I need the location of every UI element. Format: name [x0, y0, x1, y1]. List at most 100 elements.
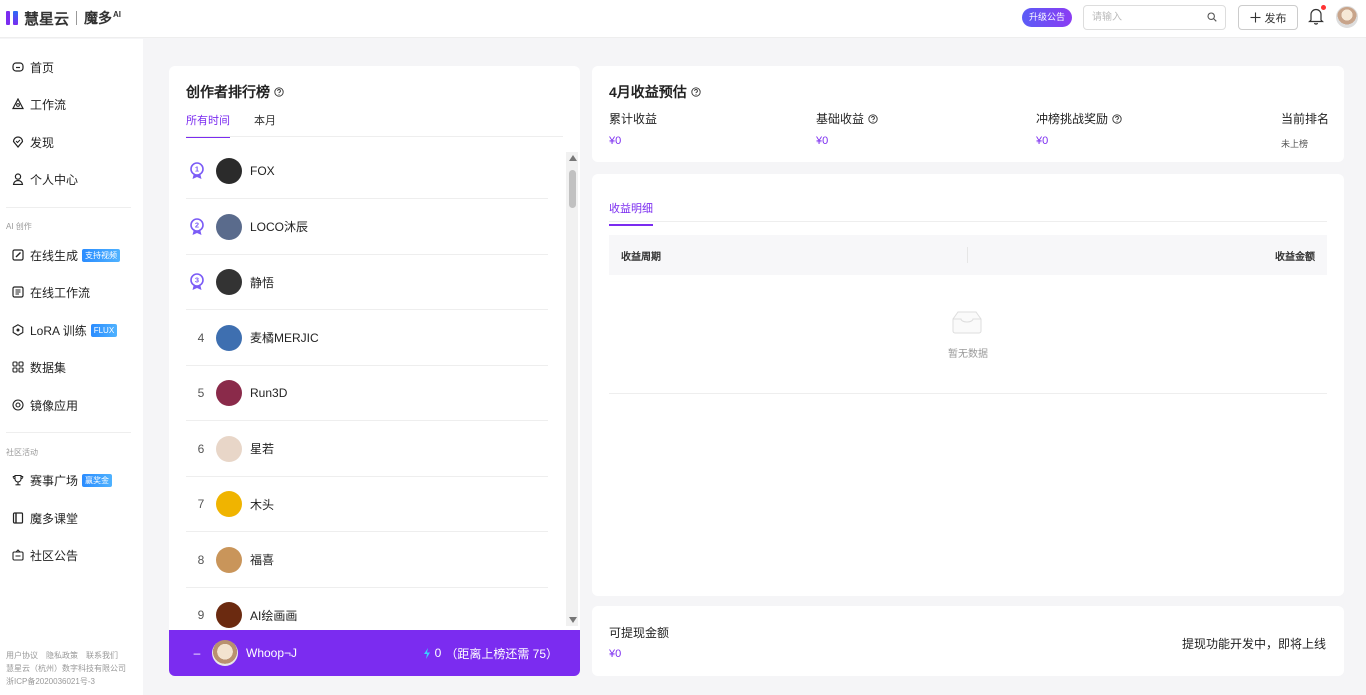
- stat-current-rank: 当前排名 未上榜: [1281, 112, 1330, 149]
- col-separator: [967, 247, 968, 263]
- tab-this-month[interactable]: 本月: [254, 112, 276, 138]
- income-detail-card: 收益明细 收益周期 收益金额 暂无数据: [592, 174, 1344, 596]
- publish-button[interactable]: 发布: [1238, 5, 1298, 30]
- footer-link-privacy[interactable]: 隐私政策: [46, 651, 78, 660]
- sidebar-item-online-generate[interactable]: 在线生成 支持视频: [12, 245, 121, 265]
- medal-icon: 2: [190, 217, 204, 235]
- logo-text: 慧星云: [24, 10, 70, 28]
- footer-link-contact[interactable]: 联系我们: [86, 651, 118, 660]
- search-input[interactable]: [1092, 6, 1202, 29]
- empty-box-icon: [952, 311, 982, 334]
- creator-avatar[interactable]: [216, 380, 242, 406]
- empty-state: 暂无数据: [609, 275, 1327, 394]
- my-username: Whoop¬J: [246, 646, 298, 660]
- creator-avatar[interactable]: [216, 435, 242, 462]
- medal-icon: 1: [190, 162, 204, 179]
- stat-challenge-reward: 冲榜挑战奖励 ¥0: [1036, 110, 1122, 147]
- creator-avatar[interactable]: [216, 213, 242, 240]
- leaderboard-row[interactable]: 2 LOCO沐辰: [186, 200, 548, 255]
- scrollbar-track[interactable]: [566, 152, 578, 626]
- rank-number: 6: [197, 441, 205, 456]
- my-avatar: [212, 640, 238, 666]
- home-icon: [12, 62, 24, 72]
- creator-name[interactable]: 星若: [250, 440, 274, 457]
- sidebar-item-lora-training[interactable]: LoRA 训练 FLUX: [12, 320, 118, 340]
- announcement-icon: [12, 549, 24, 561]
- help-icon[interactable]: [274, 87, 284, 97]
- sidebar-item-home[interactable]: 首页: [12, 57, 54, 77]
- footer-link-terms[interactable]: 用户协议: [6, 651, 38, 660]
- sidebar-item-announcements[interactable]: 社区公告: [12, 545, 78, 565]
- publish-label: 发布: [1264, 12, 1287, 25]
- sidebar-item-classroom[interactable]: 魔多课堂: [12, 508, 78, 528]
- empty-text: 暂无数据: [948, 349, 988, 360]
- sidebar-item-discover[interactable]: 发现: [12, 132, 54, 152]
- svg-text:1: 1: [195, 165, 199, 174]
- stat-base-income: 基础收益 ¥0: [816, 110, 878, 147]
- section-label-ai: AI 创作: [6, 222, 32, 231]
- leaderboard-row[interactable]: 3 静悟: [186, 255, 548, 310]
- sidebar-item-label: 社区公告: [30, 548, 79, 563]
- leaderboard-row[interactable]: 4 麦橘MERJIC: [186, 311, 548, 366]
- scrollbar-thumb[interactable]: [569, 170, 576, 208]
- creator-name[interactable]: 木头: [250, 496, 274, 513]
- rank-number: 7: [197, 497, 205, 511]
- creator-name[interactable]: FOX: [250, 164, 275, 178]
- tabs-divider: [186, 136, 563, 137]
- leaderboard-title: 创作者排行榜: [186, 82, 284, 102]
- tab-all-time[interactable]: 所有时间: [186, 112, 230, 138]
- help-icon[interactable]: [1112, 113, 1122, 124]
- help-icon[interactable]: [691, 87, 701, 97]
- sidebar-item-label: 在线工作流: [30, 285, 91, 300]
- creator-name[interactable]: 福喜: [250, 551, 274, 568]
- sidebar-divider: [6, 432, 131, 433]
- creator-avatar[interactable]: [216, 324, 242, 351]
- leaderboard-row[interactable]: 5 Run3D: [186, 366, 548, 421]
- tab-income-detail[interactable]: 收益明细: [609, 200, 653, 226]
- sidebar-item-mirror-app[interactable]: 镜像应用: [12, 395, 78, 415]
- help-icon[interactable]: [868, 113, 878, 124]
- search-icon[interactable]: [1207, 12, 1217, 22]
- creator-avatar[interactable]: [216, 158, 242, 184]
- my-rank-row[interactable]: – Whoop¬J 0 （距离上榜还需 75）: [169, 630, 580, 676]
- leaderboard-row[interactable]: 8 福喜: [186, 533, 548, 588]
- creator-avatar[interactable]: [216, 491, 242, 517]
- scroll-down-arrow-icon[interactable]: [569, 617, 577, 623]
- top-bar: 慧星云 魔多AI 升级公告 发布: [0, 0, 1366, 38]
- user-avatar[interactable]: [1336, 6, 1358, 28]
- sidebar-item-label: 镜像应用: [30, 398, 79, 413]
- my-rank: –: [193, 646, 201, 660]
- user-icon: [12, 173, 24, 185]
- sidebar-item-label: LoRA 训练: [30, 323, 87, 338]
- footer-icp[interactable]: 浙ICP备2020036021号-3: [6, 675, 126, 688]
- scroll-up-arrow-icon[interactable]: [569, 155, 577, 161]
- creator-avatar[interactable]: [216, 546, 242, 573]
- creator-name[interactable]: 麦橘MERJIC: [250, 329, 319, 346]
- search-box: [1083, 5, 1226, 30]
- my-score: 0 （距离上榜还需 75）: [423, 645, 558, 662]
- sidebar-divider: [6, 207, 131, 208]
- leaderboard-row[interactable]: 7 木头: [186, 477, 548, 532]
- sidebar-item-label: 数据集: [30, 360, 67, 375]
- sidebar-item-workflow[interactable]: 工作流: [12, 94, 66, 114]
- sidebar-item-profile[interactable]: 个人中心: [12, 169, 78, 189]
- creator-avatar[interactable]: [216, 269, 242, 295]
- creator-name[interactable]: Run3D: [250, 386, 287, 400]
- footer-company: 慧星云（杭州）数字科技有限公司: [6, 664, 126, 673]
- creator-name[interactable]: AI绘画画: [250, 607, 297, 624]
- creator-name[interactable]: 静悟: [250, 274, 274, 291]
- medal-icon: 3: [190, 273, 204, 290]
- logo[interactable]: 慧星云 魔多AI: [6, 8, 121, 28]
- announcement-button[interactable]: 升级公告: [1022, 8, 1072, 27]
- sidebar-item-online-workflow[interactable]: 在线工作流: [12, 282, 90, 302]
- leaderboard-row[interactable]: 1 FOX: [186, 144, 548, 199]
- sidebar-item-label: 个人中心: [30, 172, 79, 187]
- creator-avatar[interactable]: [216, 602, 242, 628]
- leaderboard-row[interactable]: 6 星若: [186, 422, 548, 477]
- creator-name[interactable]: LOCO沐辰: [250, 218, 308, 235]
- sidebar-item-competitions[interactable]: 赛事广场 赢奖金: [12, 470, 113, 490]
- lightning-icon: [423, 647, 430, 659]
- detail-table-header: 收益周期 收益金额: [609, 235, 1327, 275]
- sidebar-item-dataset[interactable]: 数据集: [12, 357, 66, 377]
- creator-leaderboard-card: 创作者排行榜 所有时间 本月 1 FOX 2 LOCO沐辰 3 静悟 4 麦橘MERJIC 5 R…: [169, 66, 580, 676]
